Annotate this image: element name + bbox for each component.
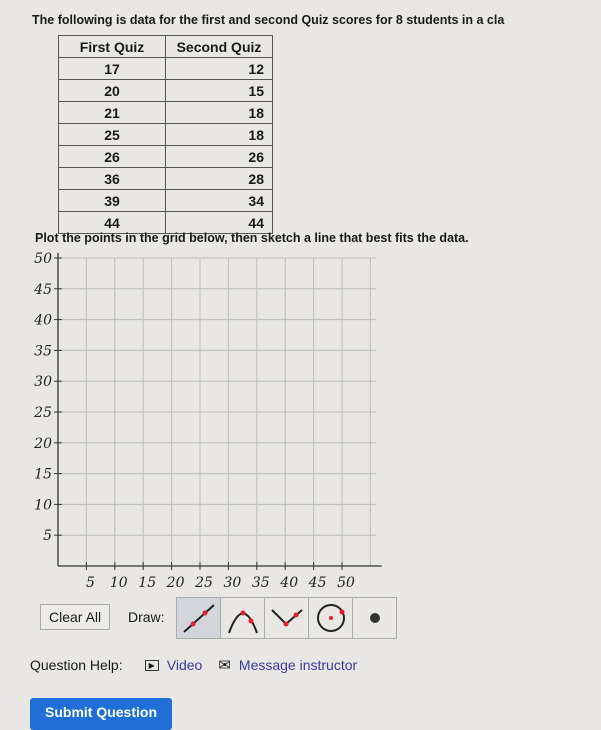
- first-quiz-cell: 25: [58, 123, 166, 146]
- point-tool[interactable]: [353, 598, 396, 638]
- point-icon: [369, 613, 380, 623]
- mail-icon: ✉: [218, 657, 231, 674]
- absolute-value-icon: [270, 609, 303, 627]
- clear-all-button[interactable]: Clear All: [40, 604, 111, 630]
- table-row: 39 34: [58, 189, 273, 212]
- y-tick-label: 20: [33, 436, 52, 452]
- second-quiz-cell: 28: [165, 167, 273, 190]
- first-quiz-cell: 36: [58, 167, 166, 190]
- question-intro: The following is data for the first and …: [32, 13, 505, 27]
- first-quiz-cell: 17: [58, 57, 166, 80]
- x-tick-label: 25: [194, 575, 213, 591]
- x-tick-label: 45: [308, 575, 327, 591]
- first-quiz-cell: 26: [58, 145, 166, 168]
- table-row: 25 18: [58, 123, 273, 146]
- question-help: Question Help: ▶ Video ✉ Message instruc…: [30, 656, 357, 674]
- video-link[interactable]: Video: [167, 657, 203, 673]
- table-row: 36 28: [58, 167, 273, 190]
- first-quiz-cell: 39: [58, 189, 166, 212]
- x-tick-label: 30: [223, 575, 241, 591]
- x-tick-label: 50: [337, 575, 355, 591]
- second-quiz-cell: 12: [165, 57, 273, 80]
- header-first-quiz: First Quiz: [58, 35, 166, 58]
- second-quiz-cell: 34: [165, 189, 273, 212]
- y-tick-label: 35: [34, 343, 52, 359]
- second-quiz-cell: 26: [165, 145, 273, 168]
- second-quiz-cell: 18: [165, 123, 273, 146]
- table-row: 17 12: [58, 57, 273, 80]
- draw-tools: [176, 597, 397, 639]
- x-tick-label: 40: [279, 575, 298, 591]
- first-quiz-cell: 20: [58, 79, 166, 102]
- y-tick-label: 15: [34, 467, 52, 483]
- table-row: 20 15: [58, 79, 273, 102]
- line-icon: [182, 604, 215, 633]
- line-tool[interactable]: [177, 598, 221, 638]
- message-instructor-link[interactable]: Message instructor: [239, 657, 357, 673]
- y-tick-label: 30: [34, 374, 52, 390]
- y-tick-label: 40: [33, 313, 52, 329]
- second-quiz-cell: 15: [165, 79, 273, 102]
- draw-label: Draw:: [128, 609, 165, 625]
- absolute-value-tool[interactable]: [265, 598, 309, 638]
- x-tick-label: 35: [252, 575, 270, 591]
- instruction: Plot the points in the grid below, then …: [35, 231, 469, 245]
- parabola-icon: [227, 610, 258, 634]
- help-label: Question Help:: [30, 657, 123, 673]
- circle-tool[interactable]: [309, 598, 353, 638]
- data-table: First Quiz Second Quiz 17 12 20 15 21 18 25 18 26…: [58, 35, 273, 234]
- y-tick-label: 45: [33, 282, 52, 298]
- parabola-tool[interactable]: [221, 598, 265, 638]
- video-icon: ▶: [144, 659, 159, 671]
- circle-icon: [316, 604, 345, 632]
- x-tick-label: 15: [138, 575, 156, 591]
- y-tick-label: 5: [43, 528, 52, 544]
- x-tick-label: 10: [110, 575, 128, 591]
- x-tick-label: 20: [166, 575, 185, 591]
- x-tick-label: 5: [86, 575, 95, 591]
- table-row: 26 26: [58, 145, 273, 168]
- graph[interactable]: 5 10 15 20 25 30 35 40 45 50 50 45 40 35 30 25 20 15 10 5: [0, 245, 420, 595]
- y-tick-label: 10: [34, 497, 52, 513]
- y-tick-label: 25: [33, 405, 52, 421]
- submit-button[interactable]: Submit Question: [30, 698, 172, 730]
- second-quiz-cell: 18: [165, 101, 273, 124]
- first-quiz-cell: 21: [58, 101, 166, 124]
- y-tick-label: 50: [34, 251, 52, 267]
- header-second-quiz: Second Quiz: [165, 35, 273, 58]
- table-row: 21 18: [58, 101, 273, 124]
